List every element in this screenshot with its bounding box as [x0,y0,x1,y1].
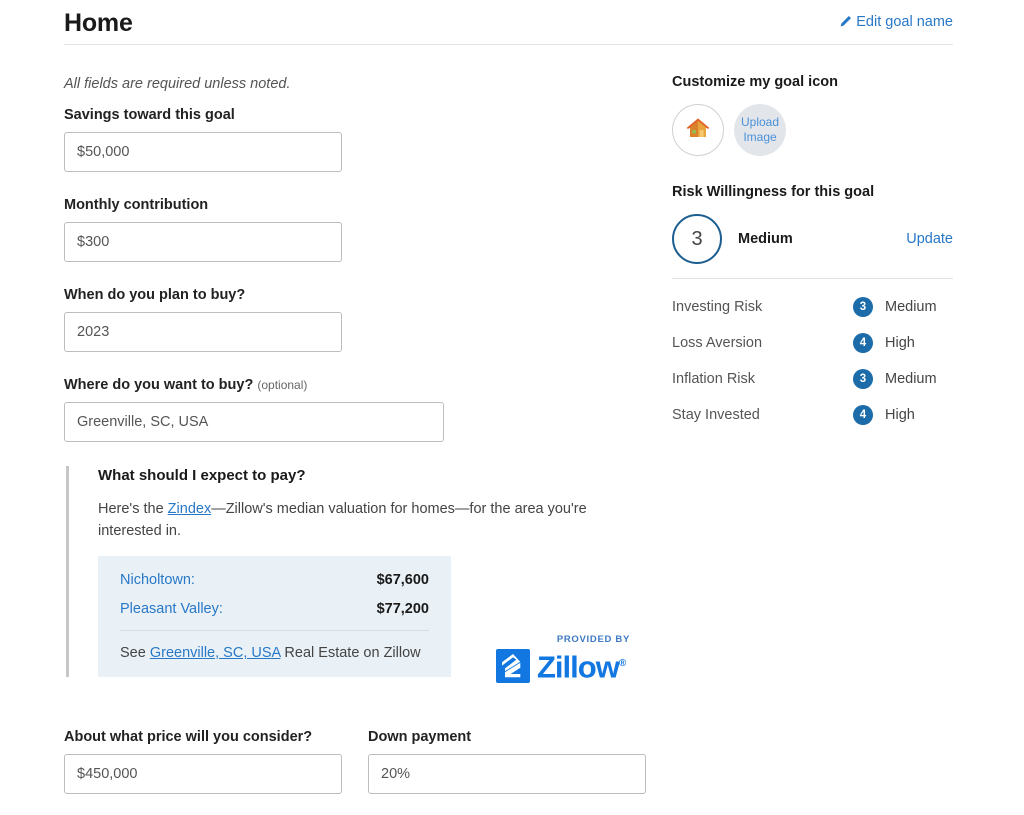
callout-text-before: Here's the [98,501,168,517]
savings-input[interactable] [64,132,342,172]
risk-item-inflation-risk: Inflation Risk 3 Medium [672,369,953,389]
monthly-contribution-input[interactable] [64,222,342,262]
risk-item-investing-risk: Investing Risk 3 Medium [672,297,953,317]
risk-score-badge: 3 [672,214,722,264]
zillow-footer-after: Real Estate on Zillow [280,645,421,661]
callout-accent-bar [66,466,69,677]
zillow-location-link[interactable]: Greenville, SC, USA [150,645,281,661]
risk-item-level: High [885,407,915,423]
field-location: Where do you want to buy? (optional) [64,376,654,442]
field-label-savings: Savings toward this goal [64,107,235,123]
house-icon [685,115,711,146]
zillow-z-icon [496,648,530,683]
callout-title: What should I expect to pay? [98,467,306,484]
risk-update-link[interactable]: Update [906,231,953,247]
zillow-trademark: ® [618,658,626,669]
risk-item-level: Medium [885,371,937,387]
zindex-box-divider [120,630,429,631]
field-label-target-price: About what price will you consider? [64,729,313,745]
price-fields-row: About what price will you consider? Down… [64,728,646,794]
goal-form: All fields are required unless noted. Sa… [64,74,654,684]
field-label-location-optional: (optional) [257,378,308,392]
risk-divider [672,278,953,279]
field-target-price: About what price will you consider? [64,728,342,794]
goal-sidebar: Customize my goal icon Upload Image Risk… [672,72,953,441]
field-savings: Savings toward this goal [64,106,654,172]
pencil-icon [839,15,852,32]
zillow-logo: PROVIDED BY Zillow® [496,634,636,684]
upload-image-label-line2: Image [743,130,777,144]
customize-icon-title: Customize my goal icon [672,74,838,90]
risk-item-loss-aversion: Loss Aversion 4 High [672,333,953,353]
edit-goal-name-label: Edit goal name [856,14,953,30]
zindex-area-value: $67,600 [376,572,429,588]
risk-item-level: Medium [885,299,937,315]
provided-by-label: PROVIDED BY [556,634,630,645]
risk-willingness-title: Risk Willingness for this goal [672,184,875,200]
risk-item-score-badge: 3 [853,369,873,389]
zillow-footer-before: See [120,645,150,661]
risk-item-level: High [885,335,915,351]
zillow-real-estate-line: See Greenville, SC, USA Real Estate on Z… [120,643,429,663]
zillow-callout: What should I expect to pay? Here's the … [66,466,629,684]
zindex-link[interactable]: Zindex [168,501,212,517]
location-input[interactable] [64,402,444,442]
field-down-payment: Down payment [368,728,646,794]
goal-detail-page: Home Edit goal name All fields are requi… [0,0,1024,815]
risk-level-label: Medium [738,231,793,247]
risk-item-name: Inflation Risk [672,371,756,387]
risk-item-name: Investing Risk [672,299,763,315]
field-label-location: Where do you want to buy? (optional) [64,376,654,395]
down-payment-input[interactable] [368,754,646,794]
field-monthly-contribution: Monthly contribution [64,196,654,262]
target-price-input[interactable] [64,754,342,794]
zindex-row: Nicholtown: $67,600 [120,572,429,588]
risk-item-score-badge: 3 [853,297,873,317]
zindex-area-name[interactable]: Nicholtown: [120,572,349,588]
field-purchase-year: When do you plan to buy? [64,286,654,352]
callout-description: Here's the Zindex—Zillow's median valuat… [98,498,614,542]
zillow-brand-text: Zillow® [537,647,626,685]
risk-item-name: Stay Invested [672,407,760,423]
required-fields-note: All fields are required unless noted. [64,76,291,92]
purchase-year-input[interactable] [64,312,342,352]
risk-summary-row: 3 Medium Update [672,214,953,264]
risk-item-stay-invested: Stay Invested 4 High [672,405,953,425]
risk-item-score-badge: 4 [853,333,873,353]
goal-icon-button[interactable] [672,104,724,156]
zindex-area-name[interactable]: Pleasant Valley: [120,601,349,617]
field-label-monthly-contribution: Monthly contribution [64,197,209,213]
risk-item-score-badge: 4 [853,405,873,425]
zindex-row: Pleasant Valley: $77,200 [120,601,429,617]
risk-item-name: Loss Aversion [672,335,763,351]
zillow-brand-label: Zillow [537,649,620,685]
zindex-values-box: Nicholtown: $67,600 Pleasant Valley: $77… [98,556,451,677]
zindex-area-value: $77,200 [376,601,429,617]
page-title: Home [64,9,133,37]
edit-goal-name-link[interactable]: Edit goal name [839,14,953,32]
upload-image-label-line1: Upload [740,115,780,129]
upload-image-button[interactable]: Upload Image [734,104,786,156]
field-label-location-text: Where do you want to buy? [64,377,254,393]
field-label-down-payment: Down payment [368,729,472,745]
zillow-wordmark: Zillow® [496,647,636,684]
goal-icon-row: Upload Image [672,104,953,156]
field-label-purchase-year: When do you plan to buy? [64,287,246,303]
header-divider [64,44,953,45]
